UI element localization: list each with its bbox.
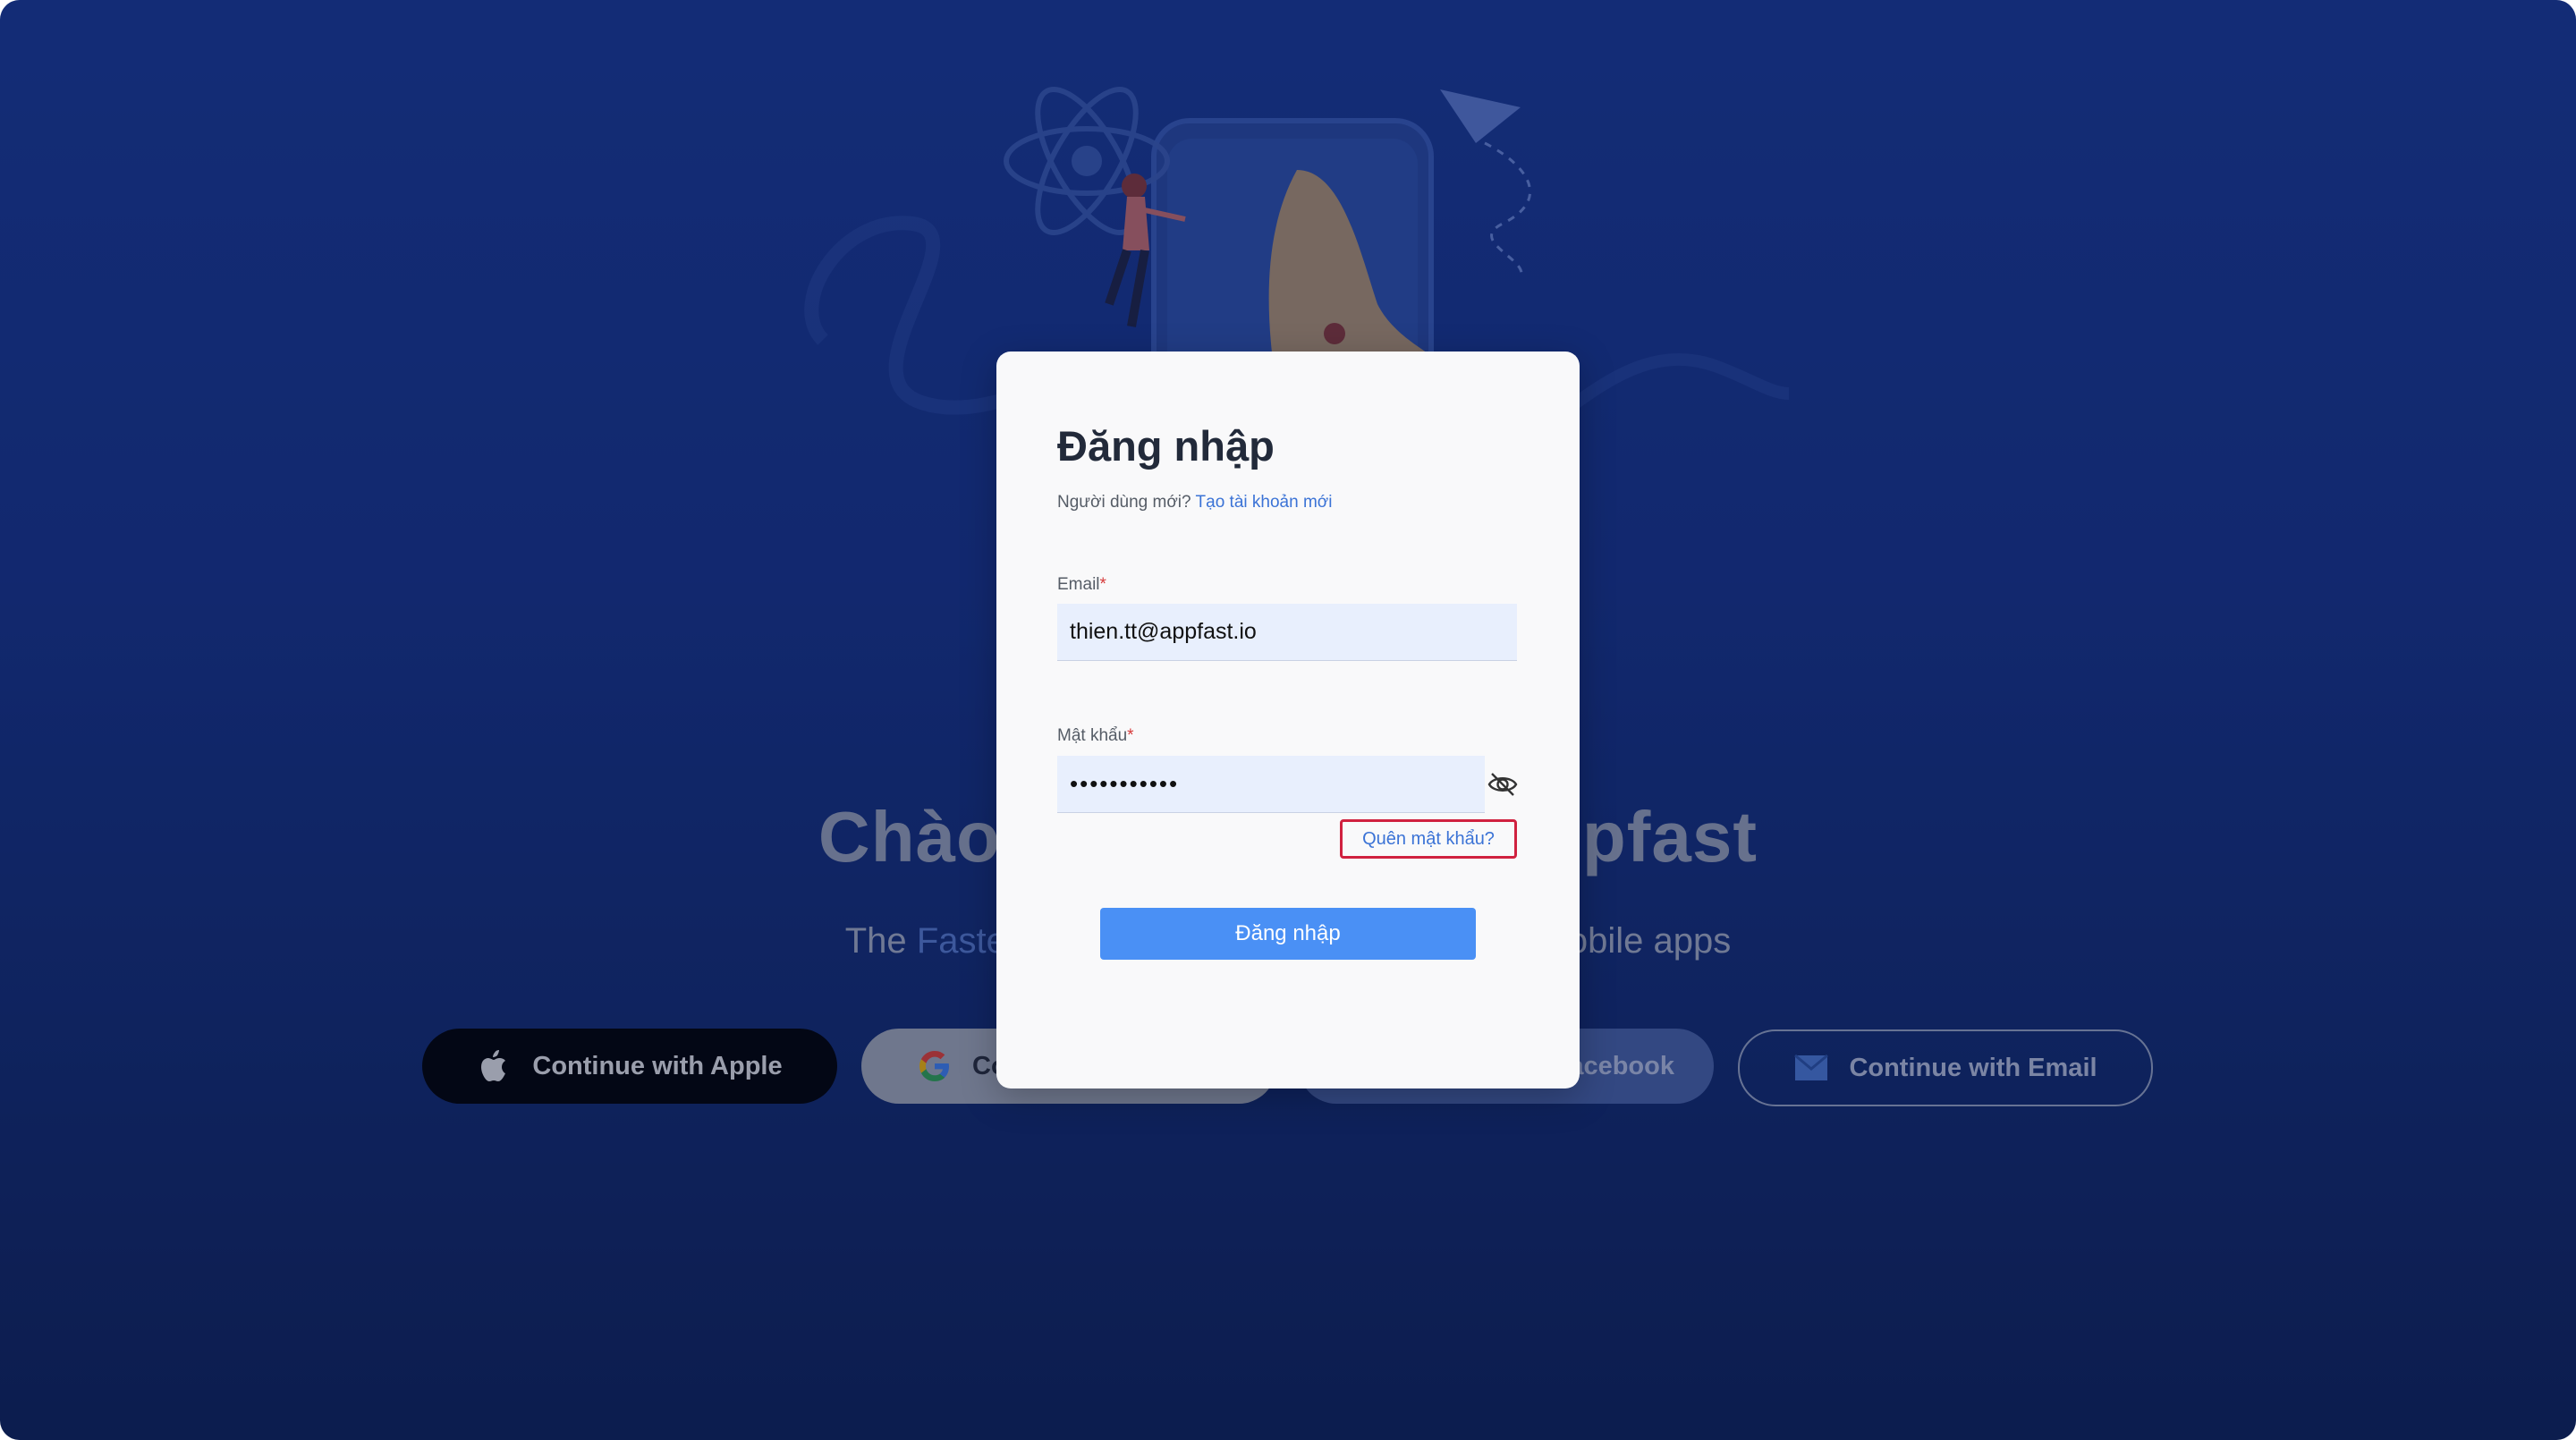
new-user-prompt: Người dùng mới? Tạo tài khoản mới	[1057, 493, 1332, 512]
login-title: Đăng nhập	[1057, 422, 1275, 470]
password-field-value: •••••••••••	[1070, 770, 1180, 797]
email-label: Email*	[1057, 575, 1106, 595]
login-submit-button[interactable]: Đăng nhập	[1100, 908, 1476, 960]
email-field[interactable]: thien.tt@appfast.io	[1057, 604, 1517, 661]
eye-off-icon[interactable]	[1487, 768, 1519, 800]
password-field[interactable]: •••••••••••	[1057, 756, 1485, 813]
new-user-text: Người dùng mới?	[1057, 493, 1191, 512]
password-label-text: Mật khẩu	[1057, 726, 1128, 745]
email-label-text: Email	[1057, 575, 1100, 594]
email-required-mark: *	[1099, 575, 1106, 594]
password-required-mark: *	[1127, 726, 1134, 745]
create-account-link[interactable]: Tạo tài khoản mới	[1196, 493, 1333, 512]
login-modal: Đăng nhập Người dùng mới? Tạo tài khoản …	[996, 352, 1580, 1088]
app-window: Chào pfast The Faste obile apps Continue w…	[0, 0, 2576, 1440]
email-field-value: thien.tt@appfast.io	[1070, 619, 1257, 644]
password-label: Mật khẩu*	[1057, 726, 1134, 746]
forgot-password-link[interactable]: Quên mật khẩu?	[1340, 819, 1517, 859]
